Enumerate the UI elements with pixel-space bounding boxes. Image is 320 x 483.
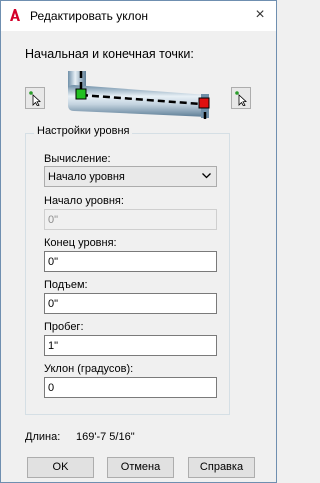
pick-end-point-button[interactable]	[231, 87, 251, 109]
pick-point-icon	[29, 91, 41, 106]
pick-point-icon	[235, 91, 247, 106]
calculation-select[interactable]: Начало уровня	[44, 166, 217, 187]
help-button[interactable]: Справка	[188, 457, 255, 478]
window-title: Редактировать уклон	[30, 9, 149, 23]
close-button[interactable]: ×	[250, 6, 270, 24]
dialog-window: Редактировать уклон × Начальная и конечн…	[0, 0, 277, 483]
end-level-label: Конец уровня:	[44, 237, 117, 249]
autocad-icon	[8, 8, 22, 22]
cancel-button[interactable]: Отмена	[107, 457, 174, 478]
slope-label: Уклон (градусов):	[44, 363, 134, 375]
length-label: Длина:	[25, 431, 61, 443]
rise-field[interactable]: 0"	[44, 293, 217, 314]
run-label: Пробег:	[44, 321, 84, 333]
pipe-slope-diagram	[68, 71, 210, 123]
start-level-field: 0"	[44, 209, 217, 230]
rise-label: Подъем:	[44, 279, 88, 291]
endpoints-title: Начальная и конечная точки:	[25, 47, 194, 61]
length-value: 169'-7 5/16"	[76, 431, 135, 443]
start-point-marker	[75, 88, 87, 100]
ok-button[interactable]: OK	[27, 457, 94, 478]
start-level-label: Начало уровня:	[44, 195, 124, 207]
calculation-value: Начало уровня	[48, 171, 125, 183]
title-bar: Редактировать уклон ×	[1, 1, 276, 31]
slope-field[interactable]: 0	[44, 377, 217, 398]
end-point-marker	[198, 97, 210, 109]
end-level-field[interactable]: 0"	[44, 251, 217, 272]
level-settings-title: Настройки уровня	[34, 125, 133, 137]
calculation-label: Вычисление:	[44, 153, 111, 165]
chevron-down-icon	[202, 173, 211, 179]
run-field[interactable]: 1"	[44, 335, 217, 356]
pick-start-point-button[interactable]	[25, 87, 45, 109]
